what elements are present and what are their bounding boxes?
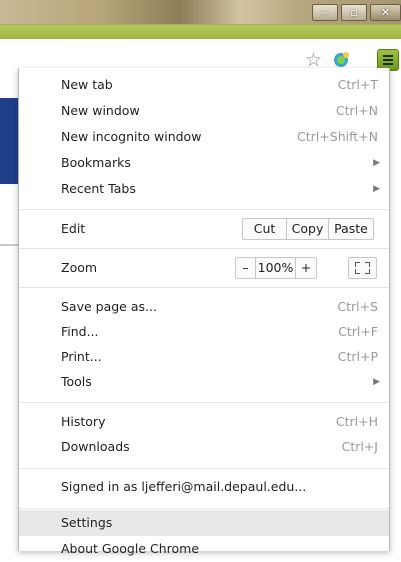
menu-bar-icon: [383, 55, 393, 57]
menu-item-label: About Google Chrome: [61, 541, 200, 556]
submenu-arrow-icon: ▶: [373, 377, 380, 387]
menu-item-label: Downloads: [61, 439, 130, 454]
menu-item-new-window[interactable]: New window Ctrl+N: [19, 98, 389, 124]
menu-item-label: Tools: [61, 374, 92, 389]
extension-icon[interactable]: [332, 50, 352, 70]
menu-item-find[interactable]: Find... Ctrl+F: [19, 319, 389, 345]
menu-separator: [19, 287, 389, 288]
submenu-arrow-icon: ▶: [373, 184, 380, 194]
menu-separator: [19, 402, 389, 403]
menu-item-label: Signed in as ljefferi@mail.depaul.edu...: [61, 479, 307, 494]
maximize-icon: ▫: [350, 6, 358, 19]
menu-item-label: Print...: [61, 349, 102, 364]
menu-item-shortcut: Ctrl+Shift+N: [297, 129, 378, 144]
menu-item-label: History: [61, 414, 106, 429]
page-background: [0, 68, 18, 551]
menu-item-about[interactable]: About Google Chrome: [19, 536, 389, 562]
menu-item-label: New tab: [61, 77, 113, 92]
close-button[interactable]: ✕: [370, 4, 401, 21]
copy-button[interactable]: Copy: [287, 219, 329, 239]
menu-item-label: New window: [61, 103, 140, 118]
page-banner: [0, 98, 18, 184]
minimize-button[interactable]: –: [312, 4, 338, 21]
menu-item-bookmarks[interactable]: Bookmarks ▶: [19, 150, 389, 176]
menu-item-label: Zoom: [61, 260, 98, 275]
page-divider: [0, 244, 18, 246]
fullscreen-icon: [355, 269, 360, 274]
menu-separator: [19, 209, 389, 210]
menu-item-settings[interactable]: Settings: [19, 510, 389, 536]
menu-item-print[interactable]: Print... Ctrl+P: [19, 344, 389, 370]
menu-bar-icon: [383, 63, 393, 65]
toolbar-strip: [0, 25, 401, 39]
edit-button-group: Cut Copy Paste: [242, 218, 374, 240]
menu-item-signed-in[interactable]: Signed in as ljefferi@mail.depaul.edu...: [19, 474, 389, 500]
cut-button[interactable]: Cut: [243, 219, 287, 239]
browser-toolbar: ☆: [0, 24, 401, 71]
menu-item-label: Settings: [61, 515, 113, 530]
menu-item-label: Find...: [61, 324, 99, 339]
menu-item-shortcut: Ctrl+S: [337, 299, 378, 314]
fullscreen-icon: [355, 262, 360, 267]
menu-separator: [19, 468, 389, 469]
menu-item-new-tab[interactable]: New tab Ctrl+T: [19, 72, 389, 98]
menu-item-zoom: Zoom: [19, 255, 389, 281]
maximize-button[interactable]: ▫: [341, 4, 367, 21]
fullscreen-icon: [365, 262, 370, 267]
submenu-arrow-icon: ▶: [373, 158, 380, 168]
menu-item-recent-tabs[interactable]: Recent Tabs ▶: [19, 176, 389, 202]
menu-item-downloads[interactable]: Downloads Ctrl+J: [19, 434, 389, 460]
fullscreen-button[interactable]: [348, 257, 377, 279]
menu-item-shortcut: Ctrl+H: [335, 414, 378, 429]
menu-item-label: Edit: [61, 221, 86, 236]
menu-item-label: Recent Tabs: [61, 181, 136, 196]
menu-separator: [19, 248, 389, 249]
menu-item-shortcut: Ctrl+J: [341, 439, 378, 454]
menu-item-label: New incognito window: [61, 129, 202, 144]
menu-item-shortcut: Ctrl+P: [337, 349, 378, 364]
menu-item-shortcut: Ctrl+N: [335, 103, 378, 118]
menu-item-save-page[interactable]: Save page as... Ctrl+S: [19, 294, 389, 320]
fullscreen-icon: [365, 269, 370, 274]
menu-separator: [19, 508, 389, 509]
menu-bar-icon: [383, 59, 393, 61]
zoom-level: 100%: [256, 258, 296, 278]
zoom-control-group: – 100% +: [235, 257, 317, 279]
menu-item-tools[interactable]: Tools ▶: [19, 369, 389, 395]
menu-item-label: Bookmarks: [61, 155, 131, 170]
menu-item-label: Save page as...: [61, 299, 157, 314]
chrome-menu: New tab Ctrl+T New window Ctrl+N New inc…: [18, 68, 390, 556]
menu-item-new-incognito[interactable]: New incognito window Ctrl+Shift+N: [19, 124, 389, 150]
menu-item-history[interactable]: History Ctrl+H: [19, 409, 389, 435]
window-titlebar: – ▫ ✕: [0, 0, 401, 24]
close-icon: ✕: [380, 6, 391, 19]
menu-item-shortcut: Ctrl+F: [338, 324, 378, 339]
zoom-out-button[interactable]: –: [236, 258, 256, 278]
zoom-in-button[interactable]: +: [296, 258, 316, 278]
star-icon[interactable]: ☆: [305, 50, 325, 70]
menu-item-shortcut: Ctrl+T: [337, 77, 378, 92]
paste-button[interactable]: Paste: [329, 219, 373, 239]
minimize-icon: –: [322, 6, 328, 19]
